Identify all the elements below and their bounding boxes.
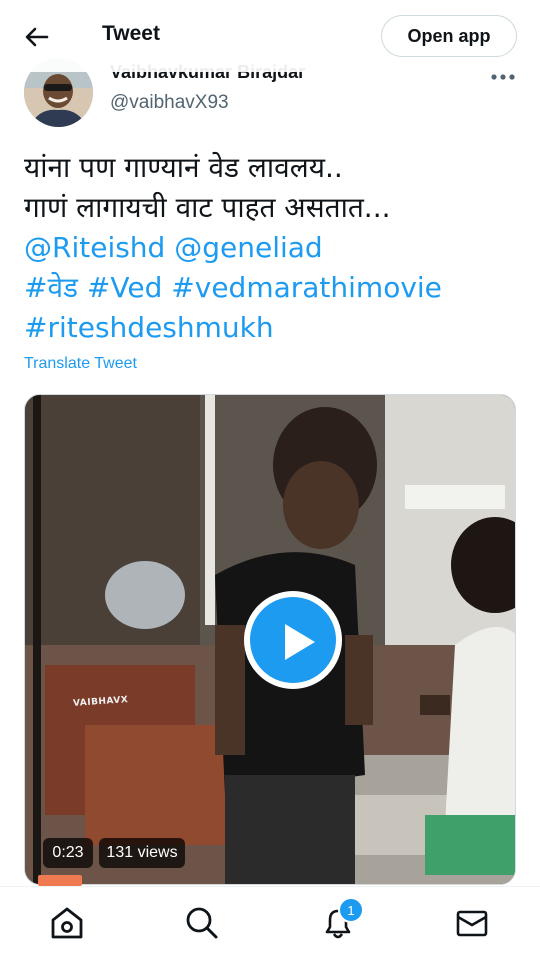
notification-badge: 1 (338, 897, 364, 923)
video-views: 131 views (99, 838, 185, 868)
top-bar: Tweet Open app (0, 0, 540, 72)
play-button[interactable] (244, 591, 342, 689)
tweet-line-1: यांना पण गाण्यानं वेड लावलय.. (24, 151, 343, 184)
home-icon (51, 907, 83, 939)
messages-icon (456, 910, 488, 937)
back-button[interactable] (22, 22, 52, 52)
play-icon (250, 597, 336, 683)
mention-link[interactable]: @geneliad (174, 231, 322, 264)
open-app-button[interactable]: Open app (381, 15, 517, 57)
video-duration: 0:23 (43, 838, 93, 868)
nav-home[interactable] (47, 903, 87, 943)
mention-link[interactable]: @Riteishd (24, 231, 165, 264)
bottom-nav: 1 (0, 886, 540, 961)
tweet-text: यांना पण गाण्यानं वेड लावलय.. गाणं लागाय… (24, 148, 524, 348)
author-handle[interactable]: @vaibhavX93 (110, 92, 229, 114)
hashtag-link[interactable]: #vedmarathimovie (171, 271, 442, 304)
page-title: Tweet (102, 22, 160, 45)
hashtag-link[interactable]: #Ved (87, 271, 162, 304)
translate-tweet-link[interactable]: Translate Tweet (24, 355, 137, 373)
hashtag-link[interactable]: #वेड (24, 271, 78, 304)
next-media-edge (38, 875, 82, 886)
video-player[interactable]: VAIBHAVX 0:23 131 views (24, 394, 516, 885)
tweet-line-2: गाणं लागायची वाट पाहत असतात... (24, 191, 391, 224)
nav-messages[interactable] (452, 903, 492, 943)
arrow-left-icon (25, 27, 49, 47)
hashtag-link[interactable]: #riteshdeshmukh (24, 311, 274, 344)
search-icon (186, 907, 218, 939)
nav-search[interactable] (182, 903, 222, 943)
